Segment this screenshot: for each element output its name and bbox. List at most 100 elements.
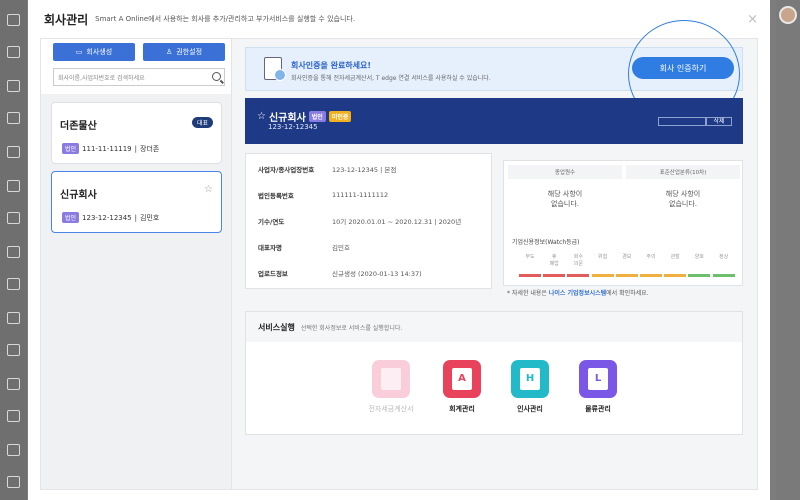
service-label: 인사관리 [517,405,543,413]
service-label: 물류관리 [585,405,611,413]
banner-title: 회사인증을 완료하세요! [291,61,372,70]
close-icon[interactable]: × [747,12,758,27]
mail-icon[interactable] [7,180,20,192]
user-icon: ♙ [165,48,173,56]
info-row: 업로드정보 신규생성 (2020-01-13 14:37) [246,261,491,285]
company-title: ☆ 신규회사 법인 미인증 [257,109,352,124]
note-suffix: 에서 확인하세요. [606,290,649,297]
home-icon[interactable] [7,14,20,26]
info-row: 사업자/종사업장번호 123-12-12345 | 본점 [246,157,491,181]
watch-grade-bar [591,274,614,277]
representative-badge: 대표 [191,117,213,128]
biz-number: 123-12-12345 [82,213,132,222]
biz-type-badge: 법인 [62,212,80,223]
edit-button[interactable] [658,117,706,126]
notebook-icon[interactable] [7,444,20,456]
app-sidebar [0,0,27,500]
service-accounting[interactable]: A 회계관리 [436,360,488,414]
service-run-header: 서비스실행 선택한 회사정보로 서비스를 실행합니다. [246,312,742,342]
employees-header: 종업원수 [508,165,622,179]
employees-empty: 해당 사항이 없습니다. [508,189,622,209]
info-value: 123-12-12345 | 본점 [332,166,397,174]
service-run-description: 선택한 회사정보로 서비스를 실행합니다. [300,324,403,332]
info-label: 사업자/종사업장번호 [258,166,315,174]
watch-grade-level: 위험 [597,254,608,260]
favorite-star-icon[interactable]: ☆ [257,111,266,122]
document-icon[interactable] [7,80,20,92]
right-toolbar [776,0,800,500]
owner-name: 장더존 [140,144,160,153]
info-row: 기수/연도 10기 2020.01.01 ~ 2020.12.31 | 2020… [246,209,491,233]
create-company-button[interactable]: ▭ 회사생성 [53,43,135,61]
watch-grade-bar [519,274,541,277]
empty-line: 없습니다. [669,200,697,208]
calendar-icon[interactable] [7,146,20,158]
industry-empty: 해당 사항이 없습니다. [626,189,740,209]
settings-icon[interactable] [7,476,20,488]
building-icon[interactable] [7,344,20,356]
info-row: 법인등록번호 111111-1111112 [246,183,491,207]
delete-button[interactable]: 삭제 [706,117,732,126]
print-icon[interactable] [7,212,20,224]
org-chart-icon[interactable] [7,278,20,290]
watch-grade-level: 경보 [622,254,632,260]
watch-grade-level: 관찰 [670,254,680,260]
grid-icon[interactable] [7,46,20,58]
chat-icon[interactable] [7,112,20,124]
company-info-table: 사업자/종사업장번호 123-12-12345 | 본점 법인등록번호 1111… [245,153,492,289]
info-value: 10기 2020.01.01 ~ 2020.12.31 | 2020년 [332,218,462,226]
permission-settings-label: 권한설정 [176,48,203,56]
accounting-icon[interactable]: A [443,360,481,398]
info-label: 업로드정보 [258,270,288,278]
biz-type-badge: 법인 [62,143,80,154]
permission-settings-button[interactable]: ♙ 권한설정 [143,43,225,61]
logistics-icon[interactable]: L [579,360,617,398]
watch-grade-bar [688,274,711,277]
company-biz-info: 법인 123-12-12345 | 김민호 [62,212,159,223]
page-subtitle: Smart A Online에서 사용하는 회사를 추가/관리하고 부가서비스를… [95,15,356,23]
favorite-star-icon[interactable]: ☆ [204,184,213,195]
hr-icon[interactable]: H [511,360,549,398]
hr-glyph: H [520,368,540,390]
company-header-name: 신규회사 [268,113,306,124]
info-note: * 자세한 내용은 나이스 기업정보시스템에서 확인하세요. [507,288,649,297]
company-management-modal: 회사관리 Smart A Online에서 사용하는 회사를 추가/관리하고 부… [28,0,770,500]
company-stats-card: 종업원수 표준산업분류(10차) 해당 사항이 없습니다. 해당 사항이 없습니… [503,160,743,286]
search-placeholder: 회사이름,사업자번호로 검색하세요 [58,74,145,82]
company-card-selected[interactable]: 신규회사 ☆ 법인 123-12-12345 | 김민호 [51,171,222,233]
company-detail-panel: 회사인증을 완료하세요! 회사인증을 통해 전자세금계산서, T edge 연결… [245,20,745,489]
service-label: 전자세금계산서 [368,405,414,413]
company-header-biz-number: 123-12-12345 [268,123,318,131]
watch-grade-bar [543,274,566,277]
empty-line: 해당 사항이 [547,190,583,198]
note-prefix: * 자세한 내용은 [507,290,547,297]
files-icon[interactable] [7,378,20,390]
company-card[interactable]: 더존물산 대표 법인 111-11-11119 | 장더존 [51,102,222,164]
certificate-icon [264,57,286,81]
empty-line: 해당 사항이 [665,190,701,198]
check-icon[interactable] [7,246,20,258]
nice-info-link[interactable]: 나이스 기업정보시스템 [549,290,606,297]
service-hr[interactable]: H 인사관리 [504,360,556,414]
watch-grade-bar [615,274,638,277]
watch-grade-level: 휴 폐업 [549,254,559,267]
info-label: 대표자명 [258,244,282,252]
avatar[interactable] [779,6,797,24]
search-icon[interactable] [212,72,221,81]
cloud-icon[interactable] [7,410,20,422]
owner-name: 김민호 [140,213,160,222]
company-search-input[interactable]: 회사이름,사업자번호로 검색하세요 [53,68,225,86]
service-logistics[interactable]: L 물류관리 [572,360,624,414]
book-icon[interactable] [7,312,20,324]
company-list-panel: ▭ 회사생성 ♙ 권한설정 회사이름,사업자번호로 검색하세요 더존물산 대표 … [41,39,232,489]
modal-body: ▭ 회사생성 ♙ 권한설정 회사이름,사업자번호로 검색하세요 더존물산 대표 … [40,20,758,490]
invoice-page-icon [381,368,401,390]
service-label: 회계관리 [449,405,475,413]
empty-line: 없습니다. [551,200,579,208]
info-label: 법인등록번호 [258,192,294,200]
logistics-glyph: L [588,368,608,390]
banner-description: 회사인증을 통해 전자세금계산서, T edge 연결 서비스를 사용하실 수 … [291,75,491,82]
watch-grade-bar [640,274,662,277]
company-name: 신규회사 [60,190,97,201]
accounting-glyph: A [452,368,472,390]
